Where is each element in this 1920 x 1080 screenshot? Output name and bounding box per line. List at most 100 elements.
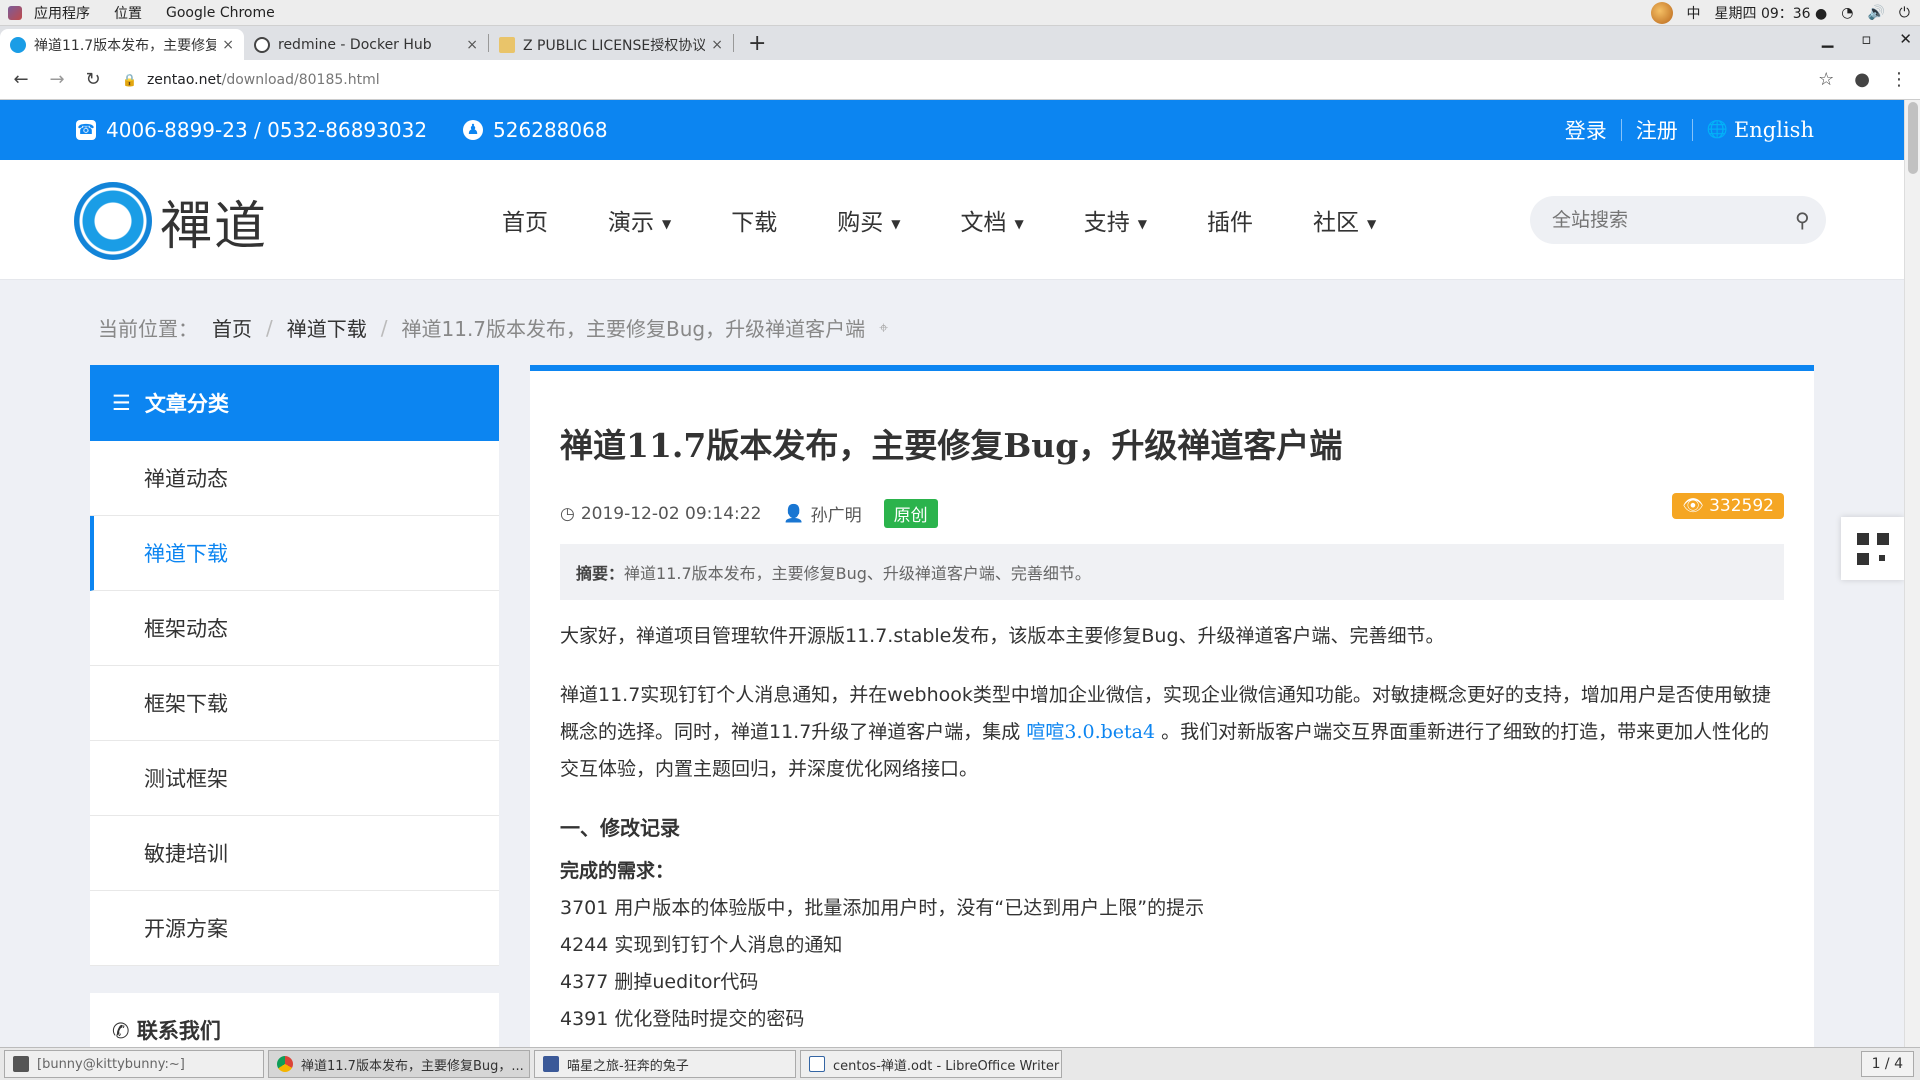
contact-heading: 联系我们 — [136, 1019, 221, 1043]
subsection-heading: 完成的需求： — [560, 860, 675, 882]
nav-item-docs[interactable]: 文档 ▼ — [960, 203, 1023, 237]
close-tab-icon[interactable]: × — [711, 37, 723, 53]
power-icon[interactable]: ⏻ — [1899, 5, 1910, 21]
applications-icon — [8, 5, 22, 20]
tab-title: 禅道11.7版本发布，主要修复Bug，升级禅道客户端 — [34, 37, 217, 54]
taskbar-item-writer[interactable]: centos-禅道.odt - LibreOffice Writer — [800, 1050, 1062, 1078]
globe-icon[interactable]: 🌐 — [1707, 120, 1728, 140]
volume-icon[interactable]: 🔊 — [1867, 5, 1884, 21]
places-menu[interactable]: 位置 — [102, 3, 154, 23]
taskbar: [bunny@kittybunny:~] 禅道11.7版本发布，主要修复Bug，… — [0, 1047, 1920, 1080]
bookmark-star-icon[interactable]: ☆ — [1818, 69, 1834, 90]
browser-tab-license[interactable]: Z PUBLIC LICENSE授权协议 × — [489, 29, 733, 60]
back-icon[interactable]: ← — [6, 69, 36, 90]
sidebar-item-framework-news[interactable]: 框架动态 — [90, 591, 499, 666]
browser-tab-zentao[interactable]: 禅道11.7版本发布，主要修复Bug，升级禅道客户端 × — [0, 29, 244, 60]
site-search: ⚲ — [1530, 196, 1826, 244]
phone-icon: ✆ — [112, 1019, 130, 1043]
nav-item-community[interactable]: 社区 ▼ — [1313, 203, 1376, 237]
breadcrumb-prefix: 当前位置： — [98, 317, 198, 341]
qq-penguin-icon: ♟ — [463, 120, 484, 140]
category-sidebar: ☰ 文章分类 禅道动态 禅道下载 框架动态 框架下载 测试框架 敏捷培训 开源方… — [90, 365, 499, 966]
site-header: 禪道 首页 演示 ▼ 下载 购买 ▼ 文档 ▼ 支持 ▼ 插件 社区 ▼ ⚲ — [0, 160, 1904, 280]
chrome-menu-icon[interactable]: ⋮ — [1890, 69, 1908, 90]
minimize-icon[interactable]: ▁ — [1822, 30, 1834, 48]
nav-item-support[interactable]: 支持 ▼ — [1084, 203, 1147, 237]
active-app-label[interactable]: Google Chrome — [154, 5, 287, 21]
summary-label: 摘要： — [576, 564, 625, 583]
article-body: 大家好，禅道项目管理软件开源版11.7.stable发布，该版本主要修复Bug、… — [560, 618, 1784, 1038]
nav-item-demo[interactable]: 演示 ▼ — [608, 203, 671, 237]
sidebar-item-framework-download[interactable]: 框架下载 — [90, 666, 499, 741]
reload-icon[interactable]: ↻ — [78, 69, 108, 90]
zentao-logo[interactable]: 禪道 — [74, 182, 268, 260]
new-tab-button[interactable]: + — [748, 31, 766, 56]
qr-code-button[interactable] — [1841, 517, 1904, 580]
search-input[interactable] — [1552, 209, 1795, 231]
section-heading: 一、修改记录 — [560, 816, 680, 840]
nav-item-plugins[interactable]: 插件 — [1207, 203, 1253, 237]
article: 禅道11.7版本发布，主要修复Bug，升级禅道客户端 ◷ 2019-12-02 0… — [530, 365, 1814, 1047]
docker-favicon-icon — [254, 36, 270, 53]
forward-icon[interactable]: → — [42, 69, 72, 90]
xuanxuan-link[interactable]: 喧喧3.0.beta4 — [1026, 721, 1155, 743]
url-field[interactable]: 🔒 zentao.net/download/80185.html — [122, 65, 1842, 95]
clock[interactable]: 星期四 09：36 ● — [1715, 3, 1828, 23]
nav-label: 文档 — [960, 210, 1007, 236]
maximize-icon[interactable]: ▫ — [1861, 30, 1871, 48]
clock-icon: ◷ — [560, 503, 575, 524]
tab-separator — [733, 34, 734, 52]
taskbar-item-blog[interactable]: 喵星之旅-狂奔的兔子 — [534, 1050, 796, 1078]
location-pin-icon: ⌖ — [879, 317, 889, 337]
qq-contact: ♟ 526288068 — [463, 118, 608, 142]
divider — [1620, 119, 1622, 141]
nav-item-buy[interactable]: 购买 ▼ — [837, 203, 900, 237]
breadcrumb-section[interactable]: 禅道下载 — [287, 313, 367, 342]
search-icon[interactable]: ⚲ — [1795, 208, 1810, 232]
close-tab-icon[interactable]: × — [466, 37, 478, 53]
phone-number: 4006-8899-23 / 0532-86893032 — [106, 118, 428, 142]
breadcrumb-current: 禅道11.7版本发布，主要修复Bug，升级禅道客户端 — [401, 317, 866, 341]
breadcrumb-separator: / — [380, 315, 388, 340]
caret-down-icon: ▼ — [1014, 216, 1024, 231]
nav-label: 插件 — [1206, 210, 1253, 236]
nav-item-home[interactable]: 首页 — [502, 203, 548, 237]
phone-icon: ☎ — [76, 120, 96, 140]
nav-label: 首页 — [502, 210, 548, 236]
taskbar-label: 喵星之旅-狂奔的兔子 — [567, 1058, 689, 1074]
scrollbar-thumb[interactable] — [1908, 102, 1918, 174]
sidebar-item-test-framework[interactable]: 测试框架 — [90, 741, 499, 816]
register-link[interactable]: 注册 — [1636, 115, 1678, 145]
sidebar-item-agile-training[interactable]: 敏捷培训 — [90, 816, 499, 891]
page-scrollbar[interactable] — [1904, 100, 1920, 1047]
wifi-icon[interactable]: ◔ — [1841, 5, 1853, 21]
breadcrumb-home[interactable]: 首页 — [212, 313, 252, 342]
lock-icon[interactable]: 🔒 — [122, 73, 137, 87]
user-avatar-icon[interactable] — [1650, 2, 1673, 24]
article-date: 2019-12-02 09:14:22 — [580, 503, 762, 524]
view-count-badge: 👁 332592 — [1672, 493, 1784, 519]
language-link[interactable]: English — [1734, 118, 1814, 142]
applications-menu[interactable]: 应用程序 — [22, 3, 102, 23]
sidebar-item-open-source[interactable]: 开源方案 — [90, 891, 499, 966]
login-link[interactable]: 登录 — [1565, 115, 1607, 145]
document-favicon-icon — [499, 36, 515, 53]
breadcrumb-separator: / — [266, 315, 273, 340]
tab-strip: 禅道11.7版本发布，主要修复Bug，升级禅道客户端 × redmine - D… — [0, 26, 1920, 60]
nav-item-download[interactable]: 下载 — [731, 203, 777, 237]
nav-label: 下载 — [731, 210, 778, 236]
nav-label: 支持 — [1083, 210, 1130, 236]
sidebar-item-download[interactable]: 禅道下载 — [90, 516, 499, 591]
taskbar-item-terminal[interactable]: [bunny@kittybunny:~] — [4, 1050, 264, 1078]
workspace-pager[interactable]: 1 / 4 — [1860, 1051, 1914, 1077]
input-method-indicator[interactable]: 中 — [1687, 3, 1701, 23]
url-host: zentao.net — [146, 71, 222, 88]
close-tab-icon[interactable]: × — [222, 37, 234, 53]
eye-icon: 👁 — [1682, 496, 1704, 516]
browser-tab-docker[interactable]: redmine - Docker Hub × — [244, 29, 488, 60]
close-window-icon[interactable]: ✕ — [1899, 30, 1912, 48]
taskbar-item-chrome[interactable]: 禅道11.7版本发布，主要修复Bug，... — [268, 1050, 530, 1078]
nav-label: 购买 — [837, 210, 884, 236]
sidebar-item-news[interactable]: 禅道动态 — [90, 441, 499, 516]
profile-icon[interactable]: ● — [1854, 69, 1870, 90]
